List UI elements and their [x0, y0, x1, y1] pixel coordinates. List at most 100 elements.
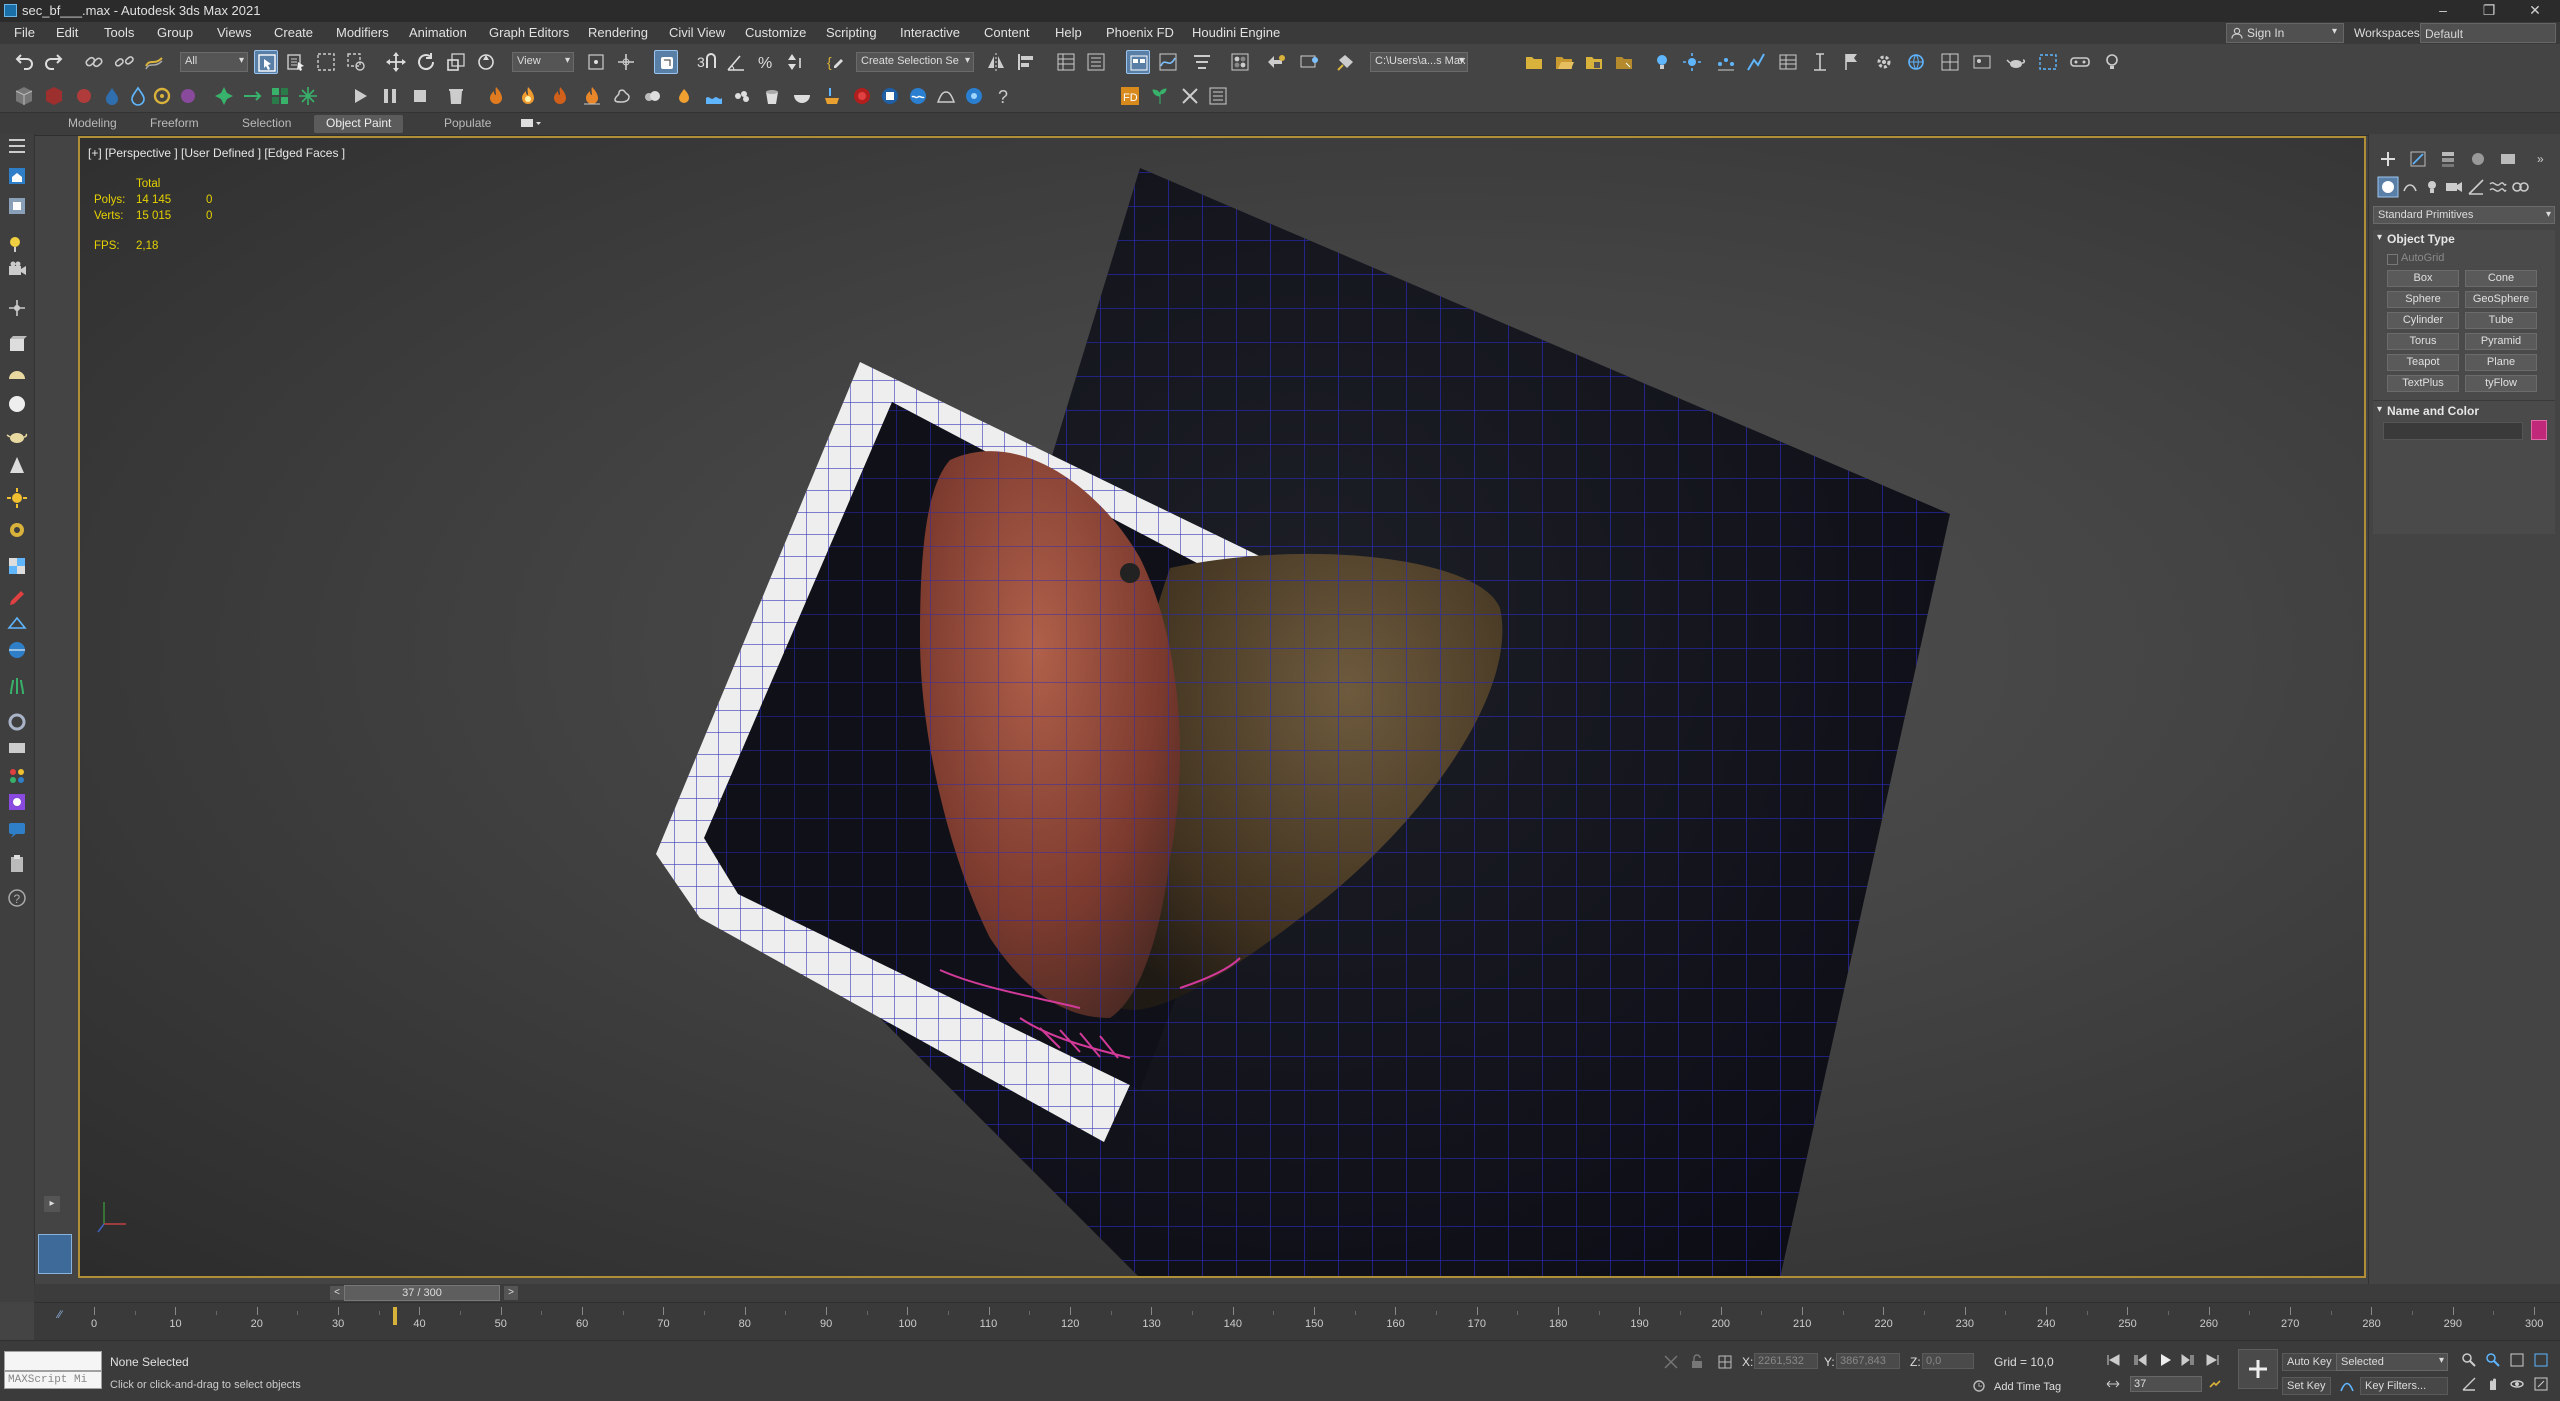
rotate-icon[interactable]: [414, 50, 438, 74]
maxscript-listener-output[interactable]: [4, 1351, 102, 1371]
camera-icon[interactable]: [5, 258, 29, 282]
menu-civil-view[interactable]: Civil View: [669, 25, 725, 40]
cylinder-button[interactable]: Cylinder: [2387, 312, 2459, 329]
checker-material-icon[interactable]: [5, 554, 29, 578]
box-red-icon[interactable]: [42, 84, 66, 108]
material-editor-icon[interactable]: [1228, 50, 1252, 74]
light-bulb-icon[interactable]: [1650, 50, 1674, 74]
flag-icon[interactable]: [1840, 50, 1864, 74]
x-coordinate-field[interactable]: 2261,532: [1754, 1353, 1818, 1369]
particle-flow-icon[interactable]: [1714, 50, 1738, 74]
layer-explorer-icon[interactable]: [1084, 50, 1108, 74]
maximize-viewport-icon[interactable]: [2532, 1375, 2550, 1393]
edit-named-selection-icon[interactable]: {: [824, 50, 848, 74]
torus-button[interactable]: Torus: [2387, 333, 2459, 350]
menu-create[interactable]: Create: [274, 25, 313, 40]
menu-help[interactable]: Help: [1055, 25, 1082, 40]
scene-explorer-tab-icon[interactable]: [5, 134, 29, 158]
tyflow-green-icon[interactable]: [212, 84, 236, 108]
foam-icon[interactable]: [730, 84, 754, 108]
chart-icon[interactable]: [1744, 50, 1768, 74]
zoom-extents-icon[interactable]: [2508, 1351, 2526, 1369]
fire-sim-icon[interactable]: [548, 84, 572, 108]
mesh-tools-icon[interactable]: [5, 612, 29, 636]
set-keys-button[interactable]: [2238, 1349, 2278, 1389]
time-slider-thumb[interactable]: 37 / 300: [344, 1285, 500, 1301]
chat-icon[interactable]: [5, 818, 29, 842]
tyflow-icon[interactable]: [5, 790, 29, 814]
tab-selection[interactable]: Selection: [230, 115, 303, 133]
geometry-category-icon[interactable]: [2377, 176, 2399, 198]
project-path-dropdown[interactable]: C:\Users\a...s Max 2021: [1370, 52, 1468, 72]
rectangle-shape-icon[interactable]: [5, 736, 29, 760]
perspective-viewport[interactable]: [+] [Perspective ] [User Defined ] [Edge…: [78, 136, 2366, 1278]
lights-category-icon[interactable]: [2421, 176, 2443, 198]
object-name-field[interactable]: [2383, 422, 2523, 440]
menu-interactive[interactable]: Interactive: [900, 25, 960, 40]
schematic-view-icon[interactable]: [1190, 50, 1214, 74]
teapot-primitive-icon[interactable]: [5, 424, 29, 448]
named-selection-dropdown[interactable]: Create Selection Se: [856, 52, 974, 72]
hierarchy-icon[interactable]: [5, 194, 29, 218]
tyflow-button[interactable]: tyFlow: [2465, 375, 2537, 392]
tab-freeform[interactable]: Freeform: [138, 115, 211, 133]
pyramid-button[interactable]: Pyramid: [2465, 333, 2537, 350]
reference-coordinate-dropdown[interactable]: View: [512, 52, 574, 72]
y-coordinate-field[interactable]: 3867,843: [1836, 1353, 1900, 1369]
fire-source-icon[interactable]: [484, 84, 508, 108]
menu-tools[interactable]: Tools: [104, 25, 134, 40]
play-icon[interactable]: [348, 84, 372, 108]
zoom-icon[interactable]: [2460, 1351, 2478, 1369]
create-tab-icon[interactable]: [2377, 148, 2399, 170]
cube-icon[interactable]: [12, 84, 36, 108]
shapes-category-icon[interactable]: [2399, 176, 2421, 198]
grass-icon[interactable]: [5, 674, 29, 698]
brush-icon[interactable]: [5, 586, 29, 610]
torus-primitive-icon[interactable]: [5, 518, 29, 542]
orbit-icon[interactable]: [2508, 1375, 2526, 1393]
record-red-icon[interactable]: [850, 84, 874, 108]
bind-space-warp-icon[interactable]: [142, 50, 166, 74]
textplus-button[interactable]: TextPlus: [2387, 375, 2459, 392]
gear-icon[interactable]: [1872, 50, 1896, 74]
drop-blue-icon[interactable]: [100, 84, 124, 108]
systems-category-icon[interactable]: [2509, 176, 2531, 198]
go-to-end-icon[interactable]: [2204, 1351, 2222, 1369]
cloud-sim-icon[interactable]: [640, 84, 664, 108]
menu-phoenix-fd[interactable]: Phoenix FD: [1106, 25, 1174, 40]
current-frame-marker[interactable]: [392, 1307, 397, 1325]
smoke-sim-icon[interactable]: [610, 84, 634, 108]
sun-icon[interactable]: [1680, 50, 1704, 74]
previous-frame-button[interactable]: <: [330, 1286, 344, 1300]
workspace-select[interactable]: Default: [2420, 23, 2556, 43]
z-coordinate-field[interactable]: 0,0: [1922, 1353, 1974, 1369]
link-icon[interactable]: [82, 50, 106, 74]
arrows-green-icon[interactable]: [240, 84, 264, 108]
tab-modeling[interactable]: Modeling: [56, 115, 129, 133]
viewport-layout-toggle-icon[interactable]: ▸: [44, 1196, 60, 1212]
modify-tab-icon[interactable]: [2407, 148, 2429, 170]
splash-icon[interactable]: [934, 84, 958, 108]
mesher-icon[interactable]: [962, 84, 986, 108]
teapot-render-icon[interactable]: [2004, 50, 2028, 74]
vr-headset-icon[interactable]: [2068, 50, 2092, 74]
render-setup-icon[interactable]: [1264, 50, 1288, 74]
menu-animation[interactable]: Animation: [409, 25, 467, 40]
motion-tab-icon[interactable]: [2467, 148, 2489, 170]
help-circle-icon[interactable]: ?: [5, 886, 29, 910]
snaps-toggle-icon[interactable]: 3: [694, 50, 718, 74]
help-icon[interactable]: ?: [992, 84, 1016, 108]
sign-in-button[interactable]: Sign In ▾: [2226, 23, 2344, 43]
flame-small-icon[interactable]: [672, 84, 696, 108]
selection-filter-dropdown[interactable]: All: [180, 52, 248, 72]
particle-red-icon[interactable]: [72, 84, 96, 108]
key-mode-dropdown[interactable]: Selected: [2336, 1353, 2448, 1371]
ocean-icon[interactable]: [878, 84, 902, 108]
menu-rendering[interactable]: Rendering: [588, 25, 648, 40]
sun-light-icon[interactable]: [5, 486, 29, 510]
minimize-button[interactable]: –: [2420, 0, 2466, 22]
render-production-icon[interactable]: [1334, 50, 1358, 74]
helpers-category-icon[interactable]: [2465, 176, 2487, 198]
box-primitive-icon[interactable]: [5, 332, 29, 356]
pouring-icon[interactable]: [820, 84, 844, 108]
